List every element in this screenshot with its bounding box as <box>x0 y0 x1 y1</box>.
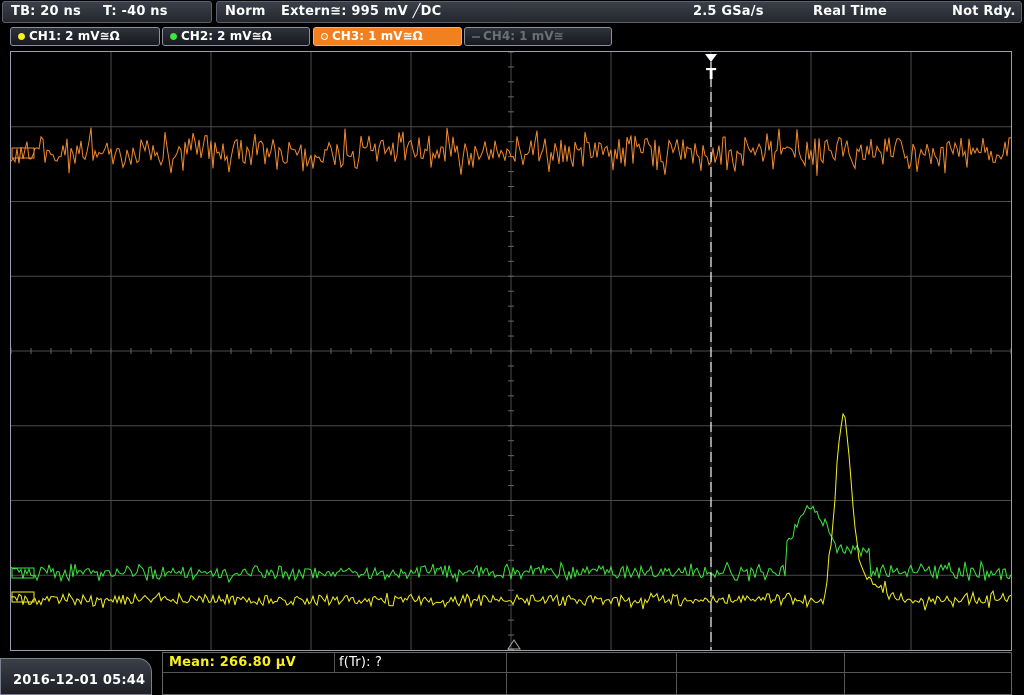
channel-3-button[interactable]: CH3: 1 mV≅Ω <box>313 27 462 46</box>
trigger-marker: T <box>706 65 717 83</box>
measurement-cell-empty-1 <box>507 653 677 673</box>
waveform-plot: T <box>11 52 1011 650</box>
measurement-cell-mean: Mean: 266.80 µV <box>163 653 335 673</box>
bottom-bar: 2016-12-01 05:44 Mean: 266.80 µV f(Tr): … <box>0 652 1024 695</box>
acquisition-status[interactable]: Norm Extern≅: 995 mV ╱DC 2.5 GSa/s Real … <box>216 1 1022 23</box>
measurement-cell-ftr: f(Tr): ? <box>335 653 507 673</box>
measurement-cell-empty-2 <box>677 653 845 673</box>
channel-2-label: CH2: 2 mV≅Ω <box>181 29 272 43</box>
timebase-box[interactable]: TB: 20 ns T: -40 ns <box>2 1 212 23</box>
acquisition-mode: Real Time <box>813 4 888 19</box>
channel-3-label: CH3: 1 mV≅Ω <box>332 29 423 43</box>
channel-bar: CH1: 2 mV≅Ω CH2: 2 mV≅Ω CH3: 1 mV≅Ω CH4:… <box>0 24 1024 48</box>
channel-4-button[interactable]: CH4: 1 mV≅ <box>464 27 612 46</box>
measurement-ftr: f(Tr): ? <box>339 655 383 670</box>
trigger-offset-marker-icon <box>507 639 521 650</box>
datetime-value: 2016-12-01 05:44 <box>13 673 146 688</box>
waveform-display[interactable]: T <box>10 51 1012 651</box>
status-bar: TB: 20 ns T: -40 ns Norm Extern≅: 995 mV… <box>0 0 1024 24</box>
sample-rate: 2.5 GSa/s <box>693 4 764 19</box>
channel-2-indicator-icon <box>170 33 177 40</box>
measurement-mean: Mean: 266.80 µV <box>169 655 296 670</box>
trigger-time-value: T: -40 ns <box>103 4 168 19</box>
measurement-panel[interactable]: Mean: 266.80 µV f(Tr): ? <box>162 652 1012 695</box>
channel-3-indicator-icon <box>321 33 328 40</box>
run-state: Not Rdy. <box>952 4 1016 19</box>
channel-4-label: CH4: 1 mV≅ <box>483 29 564 43</box>
measurement-cell-empty-6 <box>677 673 845 694</box>
measurement-cell-empty-7 <box>845 673 1011 694</box>
trigger-position-arrow-icon[interactable] <box>705 54 717 62</box>
timebase-value: TB: 20 ns <box>11 4 81 19</box>
datetime-box: 2016-12-01 05:44 <box>0 658 152 695</box>
channel-2-button[interactable]: CH2: 2 mV≅Ω <box>162 27 310 46</box>
channel-1-button[interactable]: CH1: 2 mV≅Ω <box>10 27 160 46</box>
channel-1-indicator-icon <box>18 33 25 40</box>
measurement-cell-empty-5 <box>507 673 677 694</box>
trigger-source: Extern≅: 995 mV ╱DC <box>281 4 442 19</box>
channel-1-label: CH1: 2 mV≅Ω <box>29 29 120 43</box>
measurement-cell-empty-4 <box>163 673 507 694</box>
graticule-grid <box>11 52 1011 650</box>
measurement-cell-empty-3 <box>845 653 1011 673</box>
channel-4-indicator-icon <box>472 36 480 38</box>
trigger-mode: Norm <box>225 4 266 19</box>
